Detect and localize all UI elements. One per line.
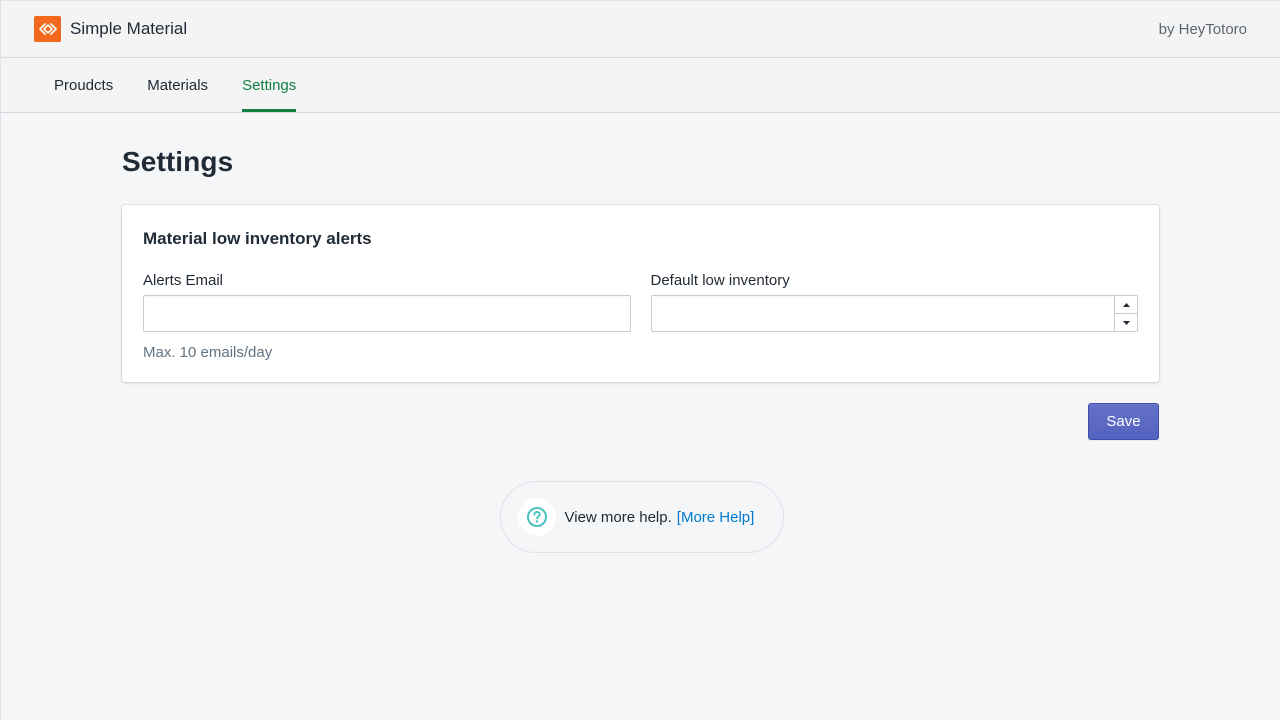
tab-products[interactable]: Proudcts [54,58,113,112]
form-fields: Alerts Email Max. 10 emails/day Default … [143,272,1138,361]
stepper-controls [1114,296,1137,331]
card-title: Material low inventory alerts [143,229,372,248]
alerts-email-help-text: Max. 10 emails/day [143,344,273,361]
form-actions: Save [122,403,1159,440]
alerts-email-field-group: Alerts Email Max. 10 emails/day [143,272,631,361]
default-low-inventory-input[interactable] [650,295,1138,332]
default-low-inventory-field-group: Default low inventory [650,272,1138,361]
help-callout: View more help. [More Help] [499,481,784,553]
app-logo-icon [34,16,61,42]
nav-tabs: Proudcts Materials Settings [1,58,1280,113]
brand: Simple Material [34,16,187,42]
caret-down-icon [1122,320,1130,325]
increment-button[interactable] [1115,296,1137,314]
tab-materials[interactable]: Materials [147,58,208,112]
help-footer: View more help. [More Help] [122,481,1159,553]
more-help-link[interactable]: [More Help] [677,509,755,526]
default-low-inventory-label: Default low inventory [650,272,790,289]
alerts-email-label: Alerts Email [143,272,224,289]
main-content: Settings Material low inventory alerts A… [1,146,1280,553]
page-title: Settings [122,146,234,177]
help-message: View more help. [564,508,672,526]
default-low-inventory-stepper [650,295,1138,332]
app-name: Simple Material [70,19,188,38]
save-button[interactable]: Save [1088,403,1159,440]
byline: by HeyTotoro [1158,20,1247,38]
caret-up-icon [1122,302,1130,307]
decrement-button[interactable] [1115,314,1137,331]
question-circle-icon [517,498,556,536]
app-window: Simple Material by HeyTotoro Proudcts Ma… [0,0,1280,720]
tab-settings[interactable]: Settings [242,58,297,112]
alerts-email-input[interactable] [143,295,631,332]
top-bar: Simple Material by HeyTotoro [1,1,1280,58]
low-inventory-alerts-card: Material low inventory alerts Alerts Ema… [122,205,1159,382]
